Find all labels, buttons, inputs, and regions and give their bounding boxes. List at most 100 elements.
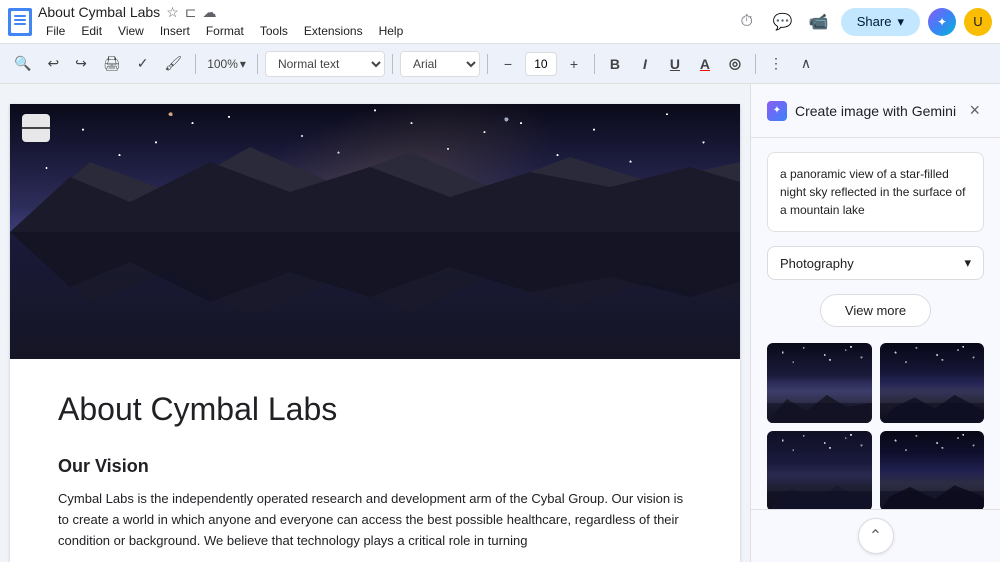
more-options-button[interactable]: ⋮ xyxy=(763,51,789,77)
share-dropdown-icon: ▾ xyxy=(897,14,904,30)
separator-4 xyxy=(487,54,488,74)
doc-icon-line xyxy=(14,19,26,21)
menu-help[interactable]: Help xyxy=(371,22,412,40)
decrease-font-button[interactable]: − xyxy=(495,51,521,77)
menu-view[interactable]: View xyxy=(110,22,152,40)
search-button[interactable]: 🔍 xyxy=(8,51,37,76)
stars-overlay-2 xyxy=(880,343,985,391)
style-selector[interactable]: Normal text xyxy=(265,51,385,77)
doc-title: About Cymbal Labs xyxy=(38,4,160,20)
spell-check-button[interactable]: ✓ xyxy=(131,51,155,76)
stars-overlay-1 xyxy=(767,343,872,391)
share-label: Share xyxy=(857,14,892,29)
history-button[interactable]: ⏱ xyxy=(733,8,761,36)
document-page: About Cymbal Labs Our Vision Cymbal Labs… xyxy=(10,104,740,562)
document-area: About Cymbal Labs Our Vision Cymbal Labs… xyxy=(0,84,750,562)
view-more-button[interactable]: View more xyxy=(820,294,931,327)
separator-2 xyxy=(257,54,258,74)
generated-image-2[interactable] xyxy=(880,343,985,423)
image-grid xyxy=(767,343,984,509)
stars-overlay-4 xyxy=(880,431,985,479)
video-button[interactable]: 📹 xyxy=(805,8,833,36)
mountains-svg xyxy=(10,132,740,232)
menu-format[interactable]: Format xyxy=(198,22,252,40)
folder-icon[interactable]: ⊏ xyxy=(185,4,197,21)
collapse-toolbar-button[interactable]: ∧ xyxy=(793,51,819,77)
gemini-title: ✦ Create image with Gemini xyxy=(767,101,956,121)
mountains-layer xyxy=(10,132,740,232)
top-bar: About Cymbal Labs ☆ ⊏ ☁ File Edit View I… xyxy=(0,0,1000,44)
scroll-to-top-button[interactable]: ⌃ xyxy=(858,518,894,554)
menu-file[interactable]: File xyxy=(38,22,73,40)
separator-1 xyxy=(195,54,196,74)
generated-image-4[interactable] xyxy=(880,431,985,509)
title-area: About Cymbal Labs ☆ ⊏ ☁ File Edit View I… xyxy=(38,4,727,40)
cloud-icon[interactable]: ☁ xyxy=(202,4,216,21)
hamburger-line xyxy=(41,127,50,129)
paint-format-button[interactable]: 🖌 xyxy=(158,51,188,76)
style-dropdown[interactable]: Photography ▾ xyxy=(767,246,984,280)
doc-icon-lines xyxy=(14,15,26,25)
gemini-button[interactable]: ✦ xyxy=(928,8,956,36)
style-dropdown-label: Photography xyxy=(780,256,854,271)
menu-tools[interactable]: Tools xyxy=(252,22,296,40)
doc-title-row: About Cymbal Labs ☆ ⊏ ☁ xyxy=(38,4,727,21)
body-text: Cymbal Labs is the independently operate… xyxy=(58,489,692,551)
separator-3 xyxy=(392,54,393,74)
page-menu-toggle[interactable] xyxy=(22,114,50,142)
redo-button[interactable]: ↪ xyxy=(69,51,93,76)
menu-edit[interactable]: Edit xyxy=(73,22,110,40)
gemini-body: a panoramic view of a star-filled night … xyxy=(751,138,1000,509)
header-image xyxy=(10,104,740,359)
reflection-overlay-3 xyxy=(767,491,872,509)
water-reflection xyxy=(10,232,740,360)
zoom-selector[interactable]: 100% ▾ xyxy=(203,55,250,73)
formatting-toolbar: 🔍 ↩ ↪ 🖨 ✓ 🖌 100% ▾ Normal text Arial − +… xyxy=(0,44,1000,84)
generated-image-1[interactable] xyxy=(767,343,872,423)
zoom-value: 100% xyxy=(207,57,238,71)
italic-button[interactable]: I xyxy=(632,51,658,77)
prompt-text-box[interactable]: a panoramic view of a star-filled night … xyxy=(767,152,984,232)
reflection-svg xyxy=(10,232,740,312)
gemini-header: ✦ Create image with Gemini × xyxy=(751,84,1000,138)
menu-extensions[interactable]: Extensions xyxy=(296,22,371,40)
section-title-vision: Our Vision xyxy=(58,456,692,477)
toolbar-right: ⏱ 💬 📹 Share ▾ ✦ U xyxy=(733,8,992,36)
doc-icon-line xyxy=(14,23,26,25)
font-size-input[interactable] xyxy=(525,52,557,76)
doc-app-icon xyxy=(8,8,32,36)
undo-button[interactable]: ↩ xyxy=(41,51,65,76)
share-button[interactable]: Share ▾ xyxy=(841,8,920,36)
reflection-overlay-4 xyxy=(880,491,985,509)
separator-6 xyxy=(755,54,756,74)
scroll-top-icon: ⌃ xyxy=(869,526,882,546)
star-icon[interactable]: ☆ xyxy=(166,4,179,21)
main-content: About Cymbal Labs Our Vision Cymbal Labs… xyxy=(0,84,1000,562)
gemini-sparkle-icon: ✦ xyxy=(773,105,781,116)
stars-overlay-3 xyxy=(767,431,872,479)
avatar[interactable]: U xyxy=(964,8,992,36)
reflection-mountains xyxy=(10,232,740,309)
separator-5 xyxy=(594,54,595,74)
zoom-arrow: ▾ xyxy=(240,57,246,71)
underline-button[interactable]: U xyxy=(662,51,688,77)
generated-image-3[interactable] xyxy=(767,431,872,509)
document-body: About Cymbal Labs Our Vision Cymbal Labs… xyxy=(10,359,740,562)
gemini-footer: ⌃ xyxy=(751,509,1000,562)
bold-button[interactable]: B xyxy=(602,51,628,77)
hamburger-line xyxy=(31,127,40,129)
increase-font-button[interactable]: + xyxy=(561,51,587,77)
highlight-button[interactable]: ◎ xyxy=(722,51,748,77)
font-selector[interactable]: Arial xyxy=(400,51,480,77)
print-button[interactable]: 🖨 xyxy=(97,51,127,76)
hamburger-line xyxy=(22,127,31,129)
close-gemini-button[interactable]: × xyxy=(965,98,984,123)
menu-insert[interactable]: Insert xyxy=(152,22,198,40)
chat-button[interactable]: 💬 xyxy=(769,8,797,36)
text-color-button[interactable]: A xyxy=(692,51,718,77)
reflection-overlay-2 xyxy=(880,403,985,423)
reflection-overlay-1 xyxy=(767,403,872,423)
gemini-title-icon: ✦ xyxy=(767,101,787,121)
style-dropdown-arrow: ▾ xyxy=(964,255,971,271)
document-heading: About Cymbal Labs xyxy=(58,391,692,428)
